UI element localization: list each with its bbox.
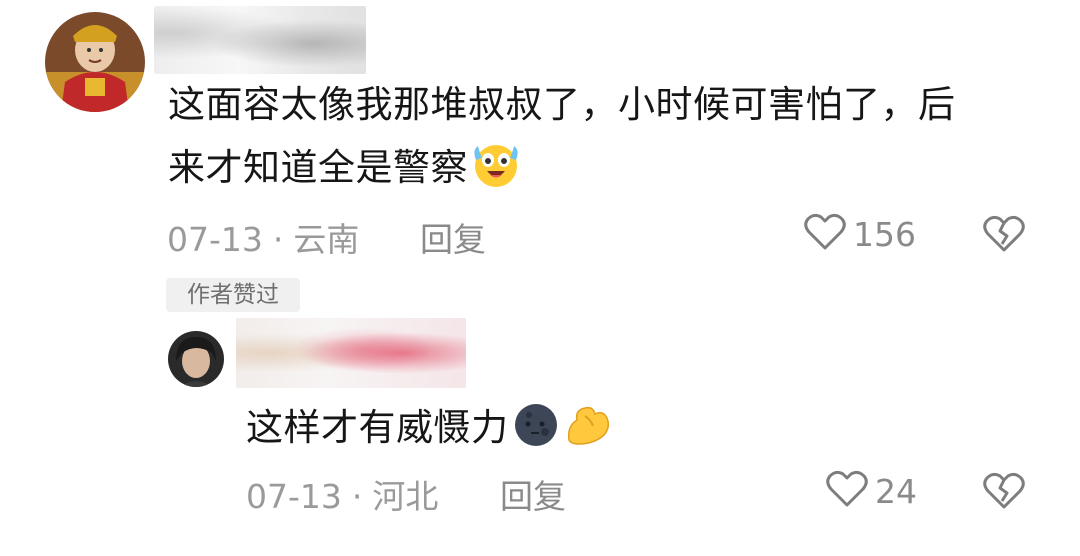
comment-like-button[interactable]: 156 [803, 212, 916, 256]
reply-like-button[interactable]: 24 [825, 469, 917, 513]
heart-icon [825, 469, 869, 513]
comment-text-line-2: 来才知道全是警察 [168, 136, 1048, 207]
reply-dislike-button[interactable] [982, 471, 1026, 515]
dark-moon-face-emoji-icon [511, 400, 561, 467]
comment-text: 这面容太像我那堆叔叔了，小时候可害怕了，后 来才知道全是警察 [168, 73, 1048, 207]
broken-heart-icon [982, 472, 1026, 515]
heart-icon [803, 212, 847, 256]
reply-location: 河北 [372, 477, 439, 516]
comment-meta: 07-13 · 云南 [167, 213, 359, 261]
reply-like-count: 24 [875, 471, 917, 511]
reply-reply-button[interactable]: 回复 [500, 470, 566, 518]
comment-text-line-1: 这面容太像我那堆叔叔了，小时候可害怕了，后 [168, 83, 956, 126]
comment-like-count: 156 [853, 214, 916, 254]
broken-heart-icon [982, 215, 1026, 258]
meta-separator: · [351, 477, 363, 516]
meta-separator: · [272, 220, 284, 259]
comment-date: 07-13 [167, 220, 263, 259]
reply-meta: 07-13 · 河北 [246, 470, 438, 518]
flexed-arm-emoji-icon [563, 400, 613, 467]
replier-avatar[interactable] [168, 331, 224, 387]
tearful-smile-emoji-icon [470, 140, 522, 207]
commenter-name-redacted[interactable] [154, 6, 366, 74]
replier-name-redacted[interactable] [236, 318, 466, 388]
comment-dislike-button[interactable] [982, 214, 1026, 258]
reply-text: 这样才有威慑力 [246, 396, 946, 467]
reply-date: 07-13 [246, 477, 342, 516]
commenter-avatar[interactable] [45, 12, 145, 112]
comment-reply-button[interactable]: 回复 [420, 213, 486, 261]
comment-location: 云南 [293, 220, 360, 259]
reply-text-content: 这样才有威慑力 [246, 406, 509, 449]
comment-text-line-2-text: 来才知道全是警察 [168, 146, 468, 189]
author-liked-badge: 作者赞过 [166, 278, 300, 312]
